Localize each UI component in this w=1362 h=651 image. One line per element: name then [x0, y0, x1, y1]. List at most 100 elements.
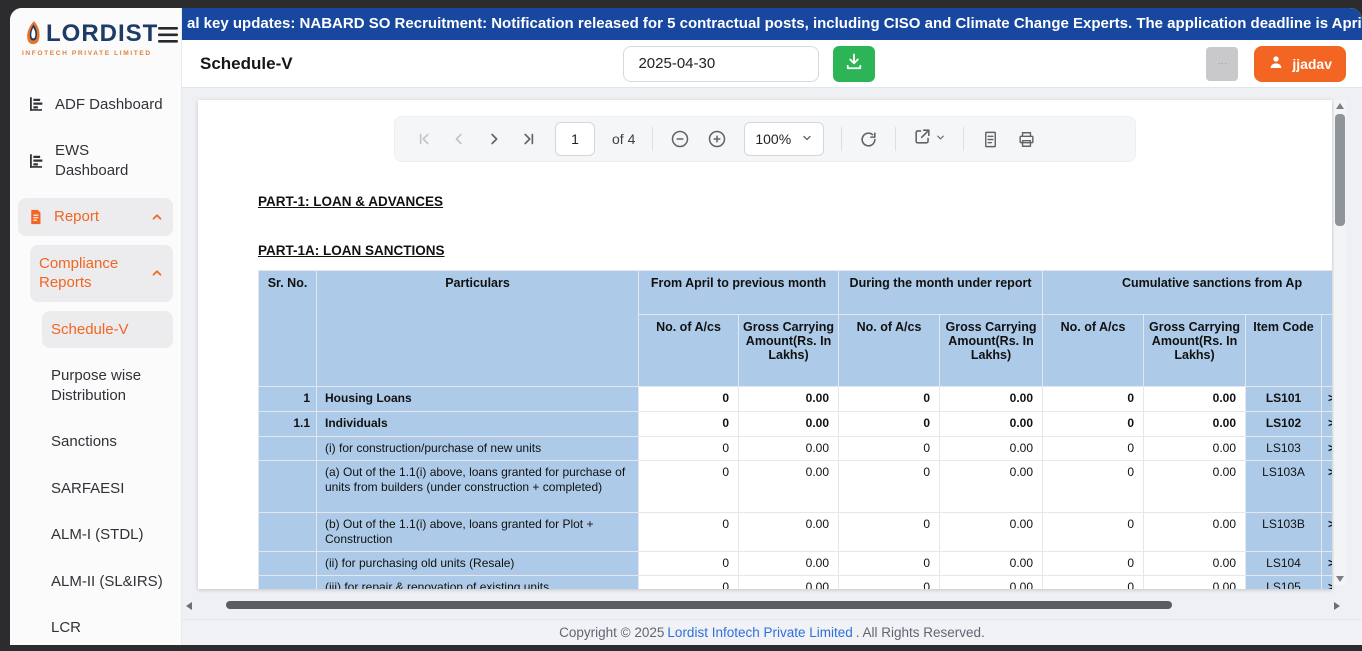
- table-cell: >=: [1322, 513, 1332, 552]
- report-heading-part1a: PART-1A: LOAN SANCTIONS: [258, 243, 1332, 258]
- table-cell: 0.00: [739, 513, 839, 552]
- print-icon[interactable]: [1017, 130, 1036, 149]
- table-cell: 0.00: [1144, 387, 1246, 412]
- table-row: (a) Out of the 1.1(i) above, loans grant…: [259, 461, 1333, 513]
- table-cell: 0.00: [940, 412, 1043, 437]
- vertical-scrollbar-thumb[interactable]: [1335, 114, 1345, 226]
- user-menu-button[interactable]: jjadav: [1254, 46, 1346, 82]
- previous-page-icon[interactable]: [450, 130, 468, 148]
- table-cell: 0.00: [1144, 437, 1246, 461]
- group-header-during-month: During the month under report: [839, 271, 1043, 315]
- next-page-icon[interactable]: [485, 130, 503, 148]
- sidebar-item-sanctions[interactable]: Sanctions: [42, 423, 173, 461]
- scroll-up-arrow-icon[interactable]: [1336, 103, 1344, 109]
- horizontal-scrollbar-thumb[interactable]: [226, 601, 1172, 609]
- table-cell: 0.00: [940, 387, 1043, 412]
- table-cell: 0: [1043, 437, 1144, 461]
- logo-row: LORDIST INFOTECH PRIVATE LIMITED: [10, 8, 181, 64]
- no-of-acs-header: No. of A/cs: [1043, 315, 1144, 387]
- zoom-level-value: 100%: [755, 131, 791, 147]
- sidebar-nav: ADF Dashboard EWS Dashboard Report Compl…: [10, 64, 181, 645]
- table-cell: LS101: [1246, 387, 1322, 412]
- table-cell: Individuals: [317, 412, 639, 437]
- scroll-left-arrow-icon[interactable]: [186, 602, 192, 610]
- report-body: PART-1: LOAN & ADVANCES PART-1A: LOAN SA…: [198, 162, 1332, 589]
- table-cell: LS103: [1246, 437, 1322, 461]
- table-cell: >=: [1322, 552, 1332, 576]
- scroll-down-arrow-icon[interactable]: [1336, 576, 1344, 582]
- sidebar-item-adf-dashboard[interactable]: ADF Dashboard: [18, 86, 173, 124]
- toolbar-divider: [841, 127, 842, 151]
- table-cell: [259, 576, 317, 590]
- bar-chart-icon: [27, 152, 45, 170]
- table-cell: 1.1: [259, 412, 317, 437]
- sidebar-item-sarfaesi[interactable]: SARFAESI: [42, 470, 173, 508]
- table-cell: 0.00: [1144, 513, 1246, 552]
- zoom-in-icon[interactable]: [707, 129, 727, 149]
- sidebar-item-label: Report: [54, 207, 140, 227]
- table-cell: [259, 552, 317, 576]
- table-cell: (iii) for repair & renovation of existin…: [317, 576, 639, 590]
- sidebar-item-label: Sanctions: [51, 432, 164, 452]
- table-cell: 0: [639, 576, 739, 590]
- bar-chart-icon: [27, 95, 45, 113]
- table-cell: 0: [1043, 552, 1144, 576]
- zoom-level-select[interactable]: 100%: [744, 122, 824, 156]
- table-cell: 0.00: [739, 437, 839, 461]
- group-header-from-april: From April to previous month: [639, 271, 839, 315]
- chevron-up-icon: [150, 210, 164, 224]
- sidebar-item-purpose-wise-distribution[interactable]: Purpose wise Distribution: [42, 357, 173, 414]
- vertical-scrollbar[interactable]: [1334, 100, 1346, 585]
- table-cell: >=: [1322, 387, 1332, 412]
- table-cell: 0.00: [940, 552, 1043, 576]
- sidebar-item-ews-dashboard[interactable]: EWS Dashboard: [18, 132, 173, 189]
- logo[interactable]: LORDIST INFOTECH PRIVATE LIMITED: [22, 20, 158, 58]
- zoom-out-icon[interactable]: [670, 129, 690, 149]
- last-page-icon[interactable]: [520, 130, 538, 148]
- secondary-action-button[interactable]: ···: [1206, 47, 1238, 81]
- sr-no-header: Sr. No.: [259, 271, 317, 387]
- sidebar-item-lcr[interactable]: LCR: [42, 609, 173, 645]
- company-link[interactable]: Lordist Infotech Private Limited: [667, 625, 852, 640]
- table-cell: 0: [839, 552, 940, 576]
- toolbar-divider: [963, 127, 964, 151]
- logo-subtitle: INFOTECH PRIVATE LIMITED: [22, 51, 158, 58]
- copyright-suffix: . All Rights Reserved.: [856, 625, 985, 640]
- user-name: jjadav: [1292, 56, 1332, 72]
- document-properties-icon[interactable]: [981, 130, 1000, 149]
- table-cell: LS104: [1246, 552, 1322, 576]
- table-cell: 0: [1043, 412, 1144, 437]
- table-cell: 0.00: [739, 552, 839, 576]
- table-cell: 0.00: [940, 437, 1043, 461]
- sidebar-item-alm-i[interactable]: ALM-I (STDL): [42, 516, 173, 554]
- sidebar-item-label: Purpose wise Distribution: [51, 366, 164, 405]
- refresh-icon[interactable]: [859, 130, 878, 149]
- table-cell: Housing Loans: [317, 387, 639, 412]
- export-menu[interactable]: [913, 127, 946, 151]
- sidebar-item-label: ALM-II (SL&IRS): [51, 572, 164, 592]
- report-date-input[interactable]: [623, 46, 819, 82]
- table-cell: 0.00: [739, 576, 839, 590]
- sidebar-item-label: Schedule-V: [51, 320, 164, 340]
- sidebar-item-compliance-reports[interactable]: Compliance Reports: [30, 245, 173, 302]
- horizontal-scrollbar[interactable]: [186, 599, 1340, 611]
- gross-carrying-header: Gross Carrying Amount(Rs. In Lakhs): [1144, 315, 1246, 387]
- first-page-icon[interactable]: [415, 130, 433, 148]
- table-cell: LS103B: [1246, 513, 1322, 552]
- gross-carrying-header: Gross Carrying Amount(Rs. In Lakhs): [739, 315, 839, 387]
- sidebar-item-schedule-v[interactable]: Schedule-V: [42, 311, 173, 349]
- loan-sanctions-table: Sr. No. Particulars From April to previo…: [258, 270, 1332, 589]
- copyright-prefix: Copyright © 2025: [559, 625, 664, 640]
- table-row: 1Housing Loans00.0000.0000.00LS101>=: [259, 387, 1333, 412]
- scroll-right-arrow-icon[interactable]: [1334, 602, 1340, 610]
- page-number-input[interactable]: [555, 122, 595, 156]
- table-cell: LS105: [1246, 576, 1322, 590]
- pdf-page: of 4 100%: [198, 100, 1332, 589]
- sidebar-item-alm-ii[interactable]: ALM-II (SL&IRS): [42, 563, 173, 601]
- download-button[interactable]: [833, 46, 875, 82]
- table-cell: 0: [639, 552, 739, 576]
- hamburger-menu-icon[interactable]: [158, 26, 180, 49]
- sidebar-item-report[interactable]: Report: [18, 198, 173, 236]
- table-group-header-row: Sr. No. Particulars From April to previo…: [259, 271, 1333, 315]
- table-cell: [259, 437, 317, 461]
